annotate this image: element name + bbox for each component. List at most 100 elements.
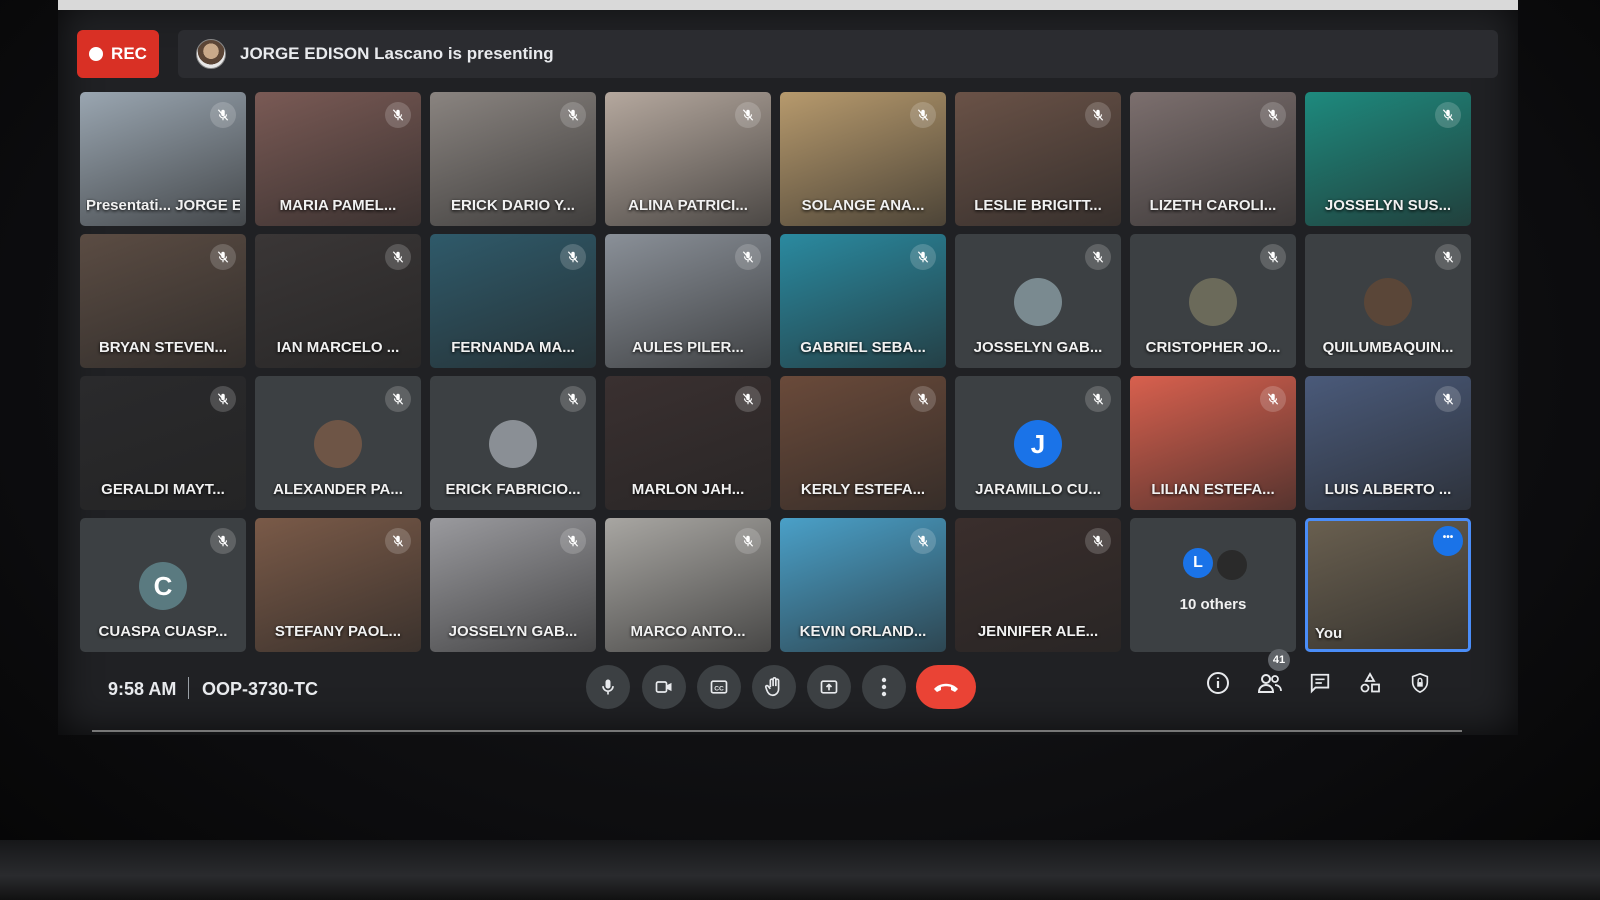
participant-tile[interactable]: J JARAMILLO CU... [955, 376, 1121, 510]
participant-tile[interactable]: ERICK DARIO Y... [430, 92, 596, 226]
participant-tile[interactable]: MARLON JAH... [605, 376, 771, 510]
people-icon [1257, 674, 1282, 693]
participant-tile[interactable]: LIZETH CAROLI... [1130, 92, 1296, 226]
camera-button[interactable] [642, 665, 686, 709]
participant-name: ERICK FABRICIO... [445, 481, 581, 498]
activities-button[interactable] [1352, 665, 1388, 701]
participant-tile[interactable]: FERNANDA MA... [430, 234, 596, 368]
mic-off-icon [210, 386, 236, 412]
divider [188, 677, 189, 699]
captions-button[interactable]: CC [697, 665, 741, 709]
participant-name: GABRIEL SEBA... [800, 339, 926, 356]
host-controls-icon [1411, 672, 1429, 694]
participant-tile[interactable]: ALINA PATRICI... [605, 92, 771, 226]
participant-tile[interactable]: ALEXANDER PA... [255, 376, 421, 510]
participant-avatar [1014, 278, 1062, 326]
participant-name: JOSSELYN GAB... [973, 339, 1103, 356]
participant-tile[interactable]: BRYAN STEVEN... [80, 234, 246, 368]
participant-tile[interactable]: GABRIEL SEBA... [780, 234, 946, 368]
captions-icon: CC [710, 680, 728, 694]
mic-off-icon [560, 244, 586, 270]
tile-options-icon[interactable]: ••• [1433, 526, 1463, 556]
participant-tile[interactable]: GERALDI MAYT... [80, 376, 246, 510]
participant-name: LILIAN ESTEFA... [1151, 481, 1275, 498]
participant-avatar: L [1183, 548, 1213, 578]
mic-off-icon [735, 528, 761, 554]
participant-tile[interactable]: LUIS ALBERTO ... [1305, 376, 1471, 510]
participant-tile[interactable]: LILIAN ESTEFA... [1130, 376, 1296, 510]
camera-icon [655, 681, 672, 693]
mic-off-icon [735, 244, 761, 270]
participant-name: JOSSELYN GAB... [448, 623, 578, 640]
participant-tile[interactable]: KEVIN ORLAND... [780, 518, 946, 652]
participant-tile[interactable]: JOSSELYN GAB... [955, 234, 1121, 368]
presenting-text: JORGE EDISON Lascano is presenting [240, 44, 554, 63]
info-button[interactable] [1200, 665, 1236, 701]
participant-name: You [1315, 625, 1343, 642]
mic-off-icon [910, 244, 936, 270]
participant-tile[interactable]: KERLY ESTEFA... [780, 376, 946, 510]
mic-off-icon [560, 528, 586, 554]
present-button[interactable] [807, 665, 851, 709]
chat-button[interactable] [1302, 665, 1338, 701]
participant-tile[interactable]: ERICK FABRICIO... [430, 376, 596, 510]
desk-edge [0, 840, 1600, 900]
participant-tile[interactable]: JENNIFER ALE... [955, 518, 1121, 652]
end-call-button[interactable] [916, 665, 976, 709]
participant-avatar [314, 420, 362, 468]
participant-tile[interactable]: MARCO ANTO... [605, 518, 771, 652]
participant-name: GERALDI MAYT... [101, 481, 225, 498]
participant-tile[interactable]: CRISTOPHER JO... [1130, 234, 1296, 368]
more-options-button[interactable] [862, 665, 906, 709]
participant-avatar [1189, 278, 1237, 326]
recording-badge: REC [77, 30, 159, 78]
participant-tile[interactable]: LESLIE BRIGITT... [955, 92, 1121, 226]
host-controls-button[interactable] [1402, 665, 1438, 701]
mic-off-icon [1435, 244, 1461, 270]
participant-name: IAN MARCELO ... [276, 339, 400, 356]
participant-tile[interactable]: Presentati... JORGE E... [80, 92, 246, 226]
mic-off-icon [210, 244, 236, 270]
participant-tile[interactable]: L 10 others [1130, 518, 1296, 652]
participant-name: MARCO ANTO... [630, 623, 746, 640]
participant-count-badge: 41 [1268, 649, 1290, 671]
svg-text:CC: CC [714, 685, 724, 692]
mic-off-icon [560, 102, 586, 128]
mic-off-icon [735, 102, 761, 128]
mic-off-icon [1085, 528, 1111, 554]
mic-off-icon [735, 386, 761, 412]
mic-off-icon [1260, 102, 1286, 128]
participant-name: CRISTOPHER JO... [1145, 339, 1281, 356]
participant-tile[interactable]: STEFANY PAOL... [255, 518, 421, 652]
participant-tile[interactable]: MARIA PAMEL... [255, 92, 421, 226]
participant-tile[interactable]: JOSSELYN SUS... [1305, 92, 1471, 226]
participant-tile[interactable]: JOSSELYN GAB... [430, 518, 596, 652]
participant-tile[interactable]: QUILUMBAQUIN... [1305, 234, 1471, 368]
meeting-code: OOP-3730-TC [202, 679, 319, 699]
participant-avatar [1364, 278, 1412, 326]
participant-tile[interactable]: IAN MARCELO ... [255, 234, 421, 368]
record-dot-icon [89, 47, 104, 61]
participant-name: MARIA PAMEL... [279, 197, 397, 214]
raise-hand-button[interactable] [752, 665, 796, 709]
mic-off-icon [1260, 386, 1286, 412]
participant-name: LIZETH CAROLI... [1149, 197, 1277, 214]
mic-off-icon [560, 386, 586, 412]
participant-tile[interactable]: You ••• [1305, 518, 1471, 652]
mic-button[interactable] [586, 665, 630, 709]
participant-name: JARAMILLO CU... [975, 481, 1101, 498]
participant-name: QUILUMBAQUIN... [1322, 339, 1454, 356]
recording-label: REC [111, 44, 147, 63]
mic-off-icon [385, 244, 411, 270]
presenting-banner[interactable]: JORGE EDISON Lascano is presenting [178, 30, 1498, 78]
participant-name: JENNIFER ALE... [977, 623, 1099, 640]
presenter-avatar [196, 39, 226, 69]
mic-off-icon [1085, 102, 1111, 128]
browser-strip [58, 0, 1518, 10]
end-call-icon [934, 683, 958, 692]
participant-tile[interactable]: AULES PILER... [605, 234, 771, 368]
participant-name: CUASPA CUASP... [98, 623, 228, 640]
participant-tile[interactable]: C CUASPA CUASP... [80, 518, 246, 652]
participant-tile[interactable]: SOLANGE ANA... [780, 92, 946, 226]
participant-name: ALEXANDER PA... [273, 481, 403, 498]
